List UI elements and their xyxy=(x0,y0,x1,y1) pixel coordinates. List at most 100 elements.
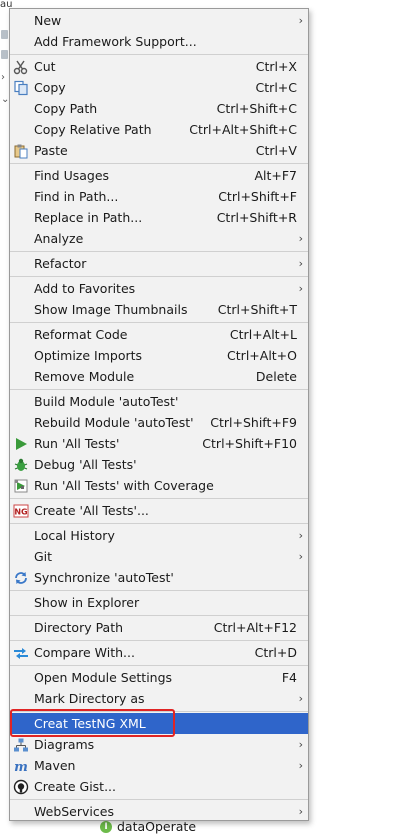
shortcut-label: Ctrl+Alt+F12 xyxy=(213,620,297,635)
shortcut-label: Delete xyxy=(255,369,297,384)
menu-separator xyxy=(10,590,308,591)
submenu-arrow-icon: › xyxy=(298,282,303,295)
menu-item-run-with-coverage[interactable]: Run 'All Tests' with Coverage xyxy=(10,475,308,496)
menu-item-rebuild-module[interactable]: Rebuild Module 'autoTest' Ctrl+Shift+F9 xyxy=(10,412,308,433)
menu-item-copy-relative-path[interactable]: Copy Relative Path Ctrl+Alt+Shift+C xyxy=(10,119,308,140)
menu-item-label: Copy xyxy=(34,80,66,95)
interface-icon: I xyxy=(100,820,112,833)
menu-item-git[interactable]: Git › xyxy=(10,546,308,567)
menu-item-label: Paste xyxy=(34,143,68,158)
svg-text:NG: NG xyxy=(14,508,27,517)
folder-icon xyxy=(1,50,8,59)
menu-item-label: Compare With... xyxy=(34,645,135,660)
menu-item-label: Copy Path xyxy=(34,101,98,116)
menu-separator xyxy=(10,276,308,277)
menu-item-create-gist[interactable]: Create Gist... xyxy=(10,776,308,797)
menu-item-run-all-tests[interactable]: Run 'All Tests' Ctrl+Shift+F10 xyxy=(10,433,308,454)
menu-item-copy[interactable]: Copy Ctrl+C xyxy=(10,77,308,98)
menu-item-cut[interactable]: Cut Ctrl+X xyxy=(10,56,308,77)
menu-item-label: Open Module Settings xyxy=(34,670,173,685)
shortcut-label: Ctrl+Alt+L xyxy=(229,327,297,342)
menu-item-label: Mark Directory as xyxy=(34,691,145,706)
menu-item-label: Run 'All Tests' with Coverage xyxy=(34,478,214,493)
menu-item-mark-directory-as[interactable]: Mark Directory as › xyxy=(10,688,308,709)
github-icon xyxy=(13,779,29,795)
menu-item-paste[interactable]: Paste Ctrl+V xyxy=(10,140,308,161)
menu-item-label: Create 'All Tests'... xyxy=(34,503,149,518)
menu-item-replace-in-path[interactable]: Replace in Path... Ctrl+Shift+R xyxy=(10,207,308,228)
expand-arrow-icon[interactable]: › xyxy=(1,73,5,83)
menu-item-find-usages[interactable]: Find Usages Alt+F7 xyxy=(10,165,308,186)
scissors-icon xyxy=(13,59,29,75)
menu-item-label: Diagrams xyxy=(34,737,95,752)
menu-item-copy-path[interactable]: Copy Path Ctrl+Shift+C xyxy=(10,98,308,119)
menu-item-label: Show in Explorer xyxy=(34,595,140,610)
submenu-arrow-icon: › xyxy=(298,692,303,705)
shortcut-label: Ctrl+Shift+F10 xyxy=(202,436,297,451)
submenu-arrow-icon: › xyxy=(298,14,303,27)
menu-item-local-history[interactable]: Local History › xyxy=(10,525,308,546)
menu-item-label: Find in Path... xyxy=(34,189,119,204)
compare-icon xyxy=(13,645,29,661)
menu-item-reformat-code[interactable]: Reformat Code Ctrl+Alt+L xyxy=(10,324,308,345)
shortcut-label: Ctrl+D xyxy=(254,645,297,660)
menu-item-label: Cut xyxy=(34,59,56,74)
menu-item-label: Analyze xyxy=(34,231,84,246)
menu-item-creat-testng-xml[interactable]: Creat TestNG XML xyxy=(10,713,308,734)
submenu-arrow-icon: › xyxy=(298,529,303,542)
shortcut-label: Ctrl+Alt+Shift+C xyxy=(189,122,297,137)
menu-item-create-all-tests[interactable]: NG Create 'All Tests'... xyxy=(10,500,308,521)
menu-item-synchronize[interactable]: Synchronize 'autoTest' xyxy=(10,567,308,588)
menu-item-directory-path[interactable]: Directory Path Ctrl+Alt+F12 xyxy=(10,617,308,638)
menu-item-add-to-favorites[interactable]: Add to Favorites › xyxy=(10,278,308,299)
menu-item-label: Local History xyxy=(34,528,115,543)
submenu-arrow-icon: › xyxy=(298,232,303,245)
menu-item-label: Debug 'All Tests' xyxy=(34,457,137,472)
menu-item-analyze[interactable]: Analyze › xyxy=(10,228,308,249)
menu-separator xyxy=(10,251,308,252)
testng-icon: NG xyxy=(13,503,29,519)
menu-separator xyxy=(10,54,308,55)
menu-item-label: Directory Path xyxy=(34,620,124,635)
maven-icon: m xyxy=(13,758,29,774)
menu-item-label: Replace in Path... xyxy=(34,210,143,225)
menu-item-label: Copy Relative Path xyxy=(34,122,152,137)
menu-separator xyxy=(10,665,308,666)
menu-item-find-in-path[interactable]: Find in Path... Ctrl+Shift+F xyxy=(10,186,308,207)
menu-item-maven[interactable]: m Maven › xyxy=(10,755,308,776)
shortcut-label: Ctrl+V xyxy=(255,143,297,158)
sync-icon xyxy=(13,570,29,586)
menu-item-label: Rebuild Module 'autoTest' xyxy=(34,415,194,430)
submenu-arrow-icon: › xyxy=(298,738,303,751)
context-menu: New › Add Framework Support... Cut Ctrl+… xyxy=(9,8,309,821)
menu-item-compare-with[interactable]: Compare With... Ctrl+D xyxy=(10,642,308,663)
menu-item-label: Show Image Thumbnails xyxy=(34,302,188,317)
menu-item-build-module[interactable]: Build Module 'autoTest' xyxy=(10,391,308,412)
submenu-arrow-icon: › xyxy=(298,550,303,563)
menu-item-label: Refactor xyxy=(34,256,87,271)
submenu-arrow-icon: › xyxy=(298,257,303,270)
shortcut-label: Alt+F7 xyxy=(254,168,297,183)
shortcut-label: Ctrl+Shift+C xyxy=(216,101,297,116)
menu-item-label: Git xyxy=(34,549,53,564)
menu-item-refactor[interactable]: Refactor › xyxy=(10,253,308,274)
menu-item-webservices[interactable]: WebServices › xyxy=(10,801,308,822)
menu-item-show-image-thumbnails[interactable]: Show Image Thumbnails Ctrl+Shift+T xyxy=(10,299,308,320)
menu-item-add-framework-support[interactable]: Add Framework Support... xyxy=(10,31,308,52)
menu-separator xyxy=(10,640,308,641)
menu-item-show-in-explorer[interactable]: Show in Explorer xyxy=(10,592,308,613)
menu-item-new[interactable]: New › xyxy=(10,10,308,31)
menu-item-debug-all-tests[interactable]: Debug 'All Tests' xyxy=(10,454,308,475)
menu-item-diagrams[interactable]: Diagrams › xyxy=(10,734,308,755)
menu-item-label: Add to Favorites xyxy=(34,281,136,296)
shortcut-label: Ctrl+C xyxy=(255,80,297,95)
menu-separator xyxy=(10,163,308,164)
submenu-arrow-icon: › xyxy=(298,805,303,818)
shortcut-label: Ctrl+Shift+R xyxy=(216,210,297,225)
menu-item-remove-module[interactable]: Remove Module Delete xyxy=(10,366,308,387)
menu-item-label: Find Usages xyxy=(34,168,110,183)
menu-item-open-module-settings[interactable]: Open Module Settings F4 xyxy=(10,667,308,688)
menu-item-optimize-imports[interactable]: Optimize Imports Ctrl+Alt+O xyxy=(10,345,308,366)
submenu-arrow-icon: › xyxy=(298,759,303,772)
shortcut-label: Ctrl+Shift+F9 xyxy=(210,415,297,430)
